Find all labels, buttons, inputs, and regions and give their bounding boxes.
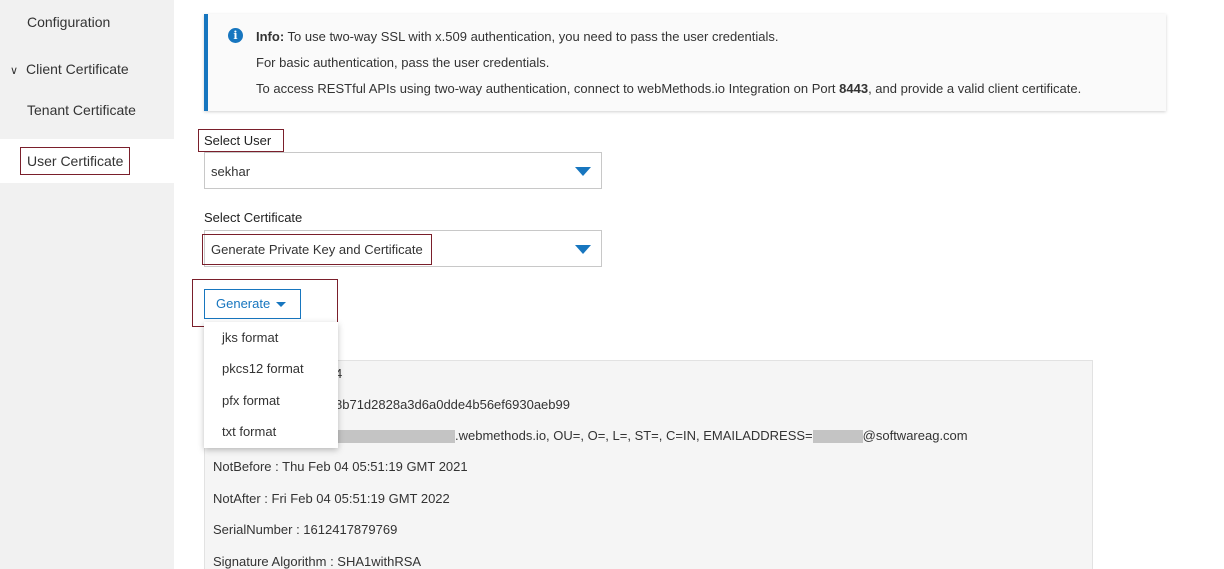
caret-down-icon [276, 302, 287, 308]
sidebar-item-user-certificate[interactable]: User Certificate [20, 147, 131, 175]
sidebar-item-client-certificate[interactable]: ∨ Client Certificate [10, 61, 129, 77]
sidebar-item-label: Client Certificate [26, 61, 129, 77]
info-banner: i Info: To use two-way SSL with x.509 au… [204, 14, 1166, 111]
info-text-3-end: , and provide a valid client certificate… [868, 81, 1082, 96]
sidebar-item-tenant-certificate[interactable]: Tenant Certificate [27, 102, 136, 118]
menu-item-jks[interactable]: jks format [222, 330, 278, 345]
select-certificate-value: Generate Private Key and Certificate [202, 234, 432, 265]
generate-format-menu: jks format pkcs12 format pfx format txt … [204, 322, 338, 448]
chevron-down-icon: ∨ [10, 65, 19, 77]
select-certificate-dropdown[interactable]: Generate Private Key and Certificate [202, 230, 602, 267]
cert-serial-number: SerialNumber : 1612417879769 [213, 522, 398, 537]
caret-down-icon [575, 167, 591, 176]
info-text-3-start: To access RESTful APIs using two-way aut… [256, 81, 840, 96]
menu-item-pkcs12[interactable]: pkcs12 format [222, 361, 304, 376]
cert-email-domain: @softwareag.com [862, 428, 968, 443]
info-line-2: For basic authentication, pass the user … [256, 55, 550, 70]
select-user-label: Select User [198, 129, 285, 152]
redacted-block [812, 430, 863, 444]
sidebar-item-label: Configuration [27, 14, 111, 30]
sidebar: Configuration ∨ Client Certificate Tenant… [0, 0, 174, 569]
cert-line-3: .webmethods.io, OU=, O=, L=, ST=, C=IN, … [335, 428, 968, 444]
sidebar-item-configuration[interactable]: Configuration [27, 14, 110, 30]
redacted-block [335, 430, 455, 444]
sidebar-item-label: User Certificate [27, 153, 124, 169]
menu-item-pfx[interactable]: pfx format [222, 393, 280, 408]
select-user-value: sekhar [211, 164, 251, 179]
info-prefix: Info: [256, 29, 285, 44]
cert-not-after: NotAfter : Fri Feb 04 05:51:19 GMT 2022 [213, 491, 450, 506]
info-line-1: Info: To use two-way SSL with x.509 auth… [256, 29, 778, 44]
cert-line-2: 8b71d2828a3d6a0dde4b56ef6930aeb99 [335, 397, 570, 412]
info-icon: i [228, 28, 243, 43]
cert-signature-algorithm: Signature Algorithm : SHA1withRSA [213, 554, 422, 569]
info-text-1: To use two-way SSL with x.509 authentica… [284, 29, 779, 44]
info-line-3: To access RESTful APIs using two-way aut… [256, 81, 1081, 96]
caret-down-icon [575, 245, 591, 254]
cert-not-before: NotBefore : Thu Feb 04 05:51:19 GMT 2021 [213, 459, 468, 474]
menu-item-txt[interactable]: txt format [222, 424, 276, 439]
generate-button[interactable]: Generate [204, 289, 301, 319]
info-port: 8443 [839, 81, 869, 96]
cert-subject-text: .webmethods.io, OU=, O=, L=, ST=, C=IN, … [455, 428, 813, 443]
sidebar-item-label: Tenant Certificate [27, 102, 136, 118]
generate-button-label: Generate [216, 296, 271, 311]
select-user-dropdown[interactable]: sekhar [204, 152, 602, 189]
select-certificate-label: Select Certificate [204, 210, 303, 225]
